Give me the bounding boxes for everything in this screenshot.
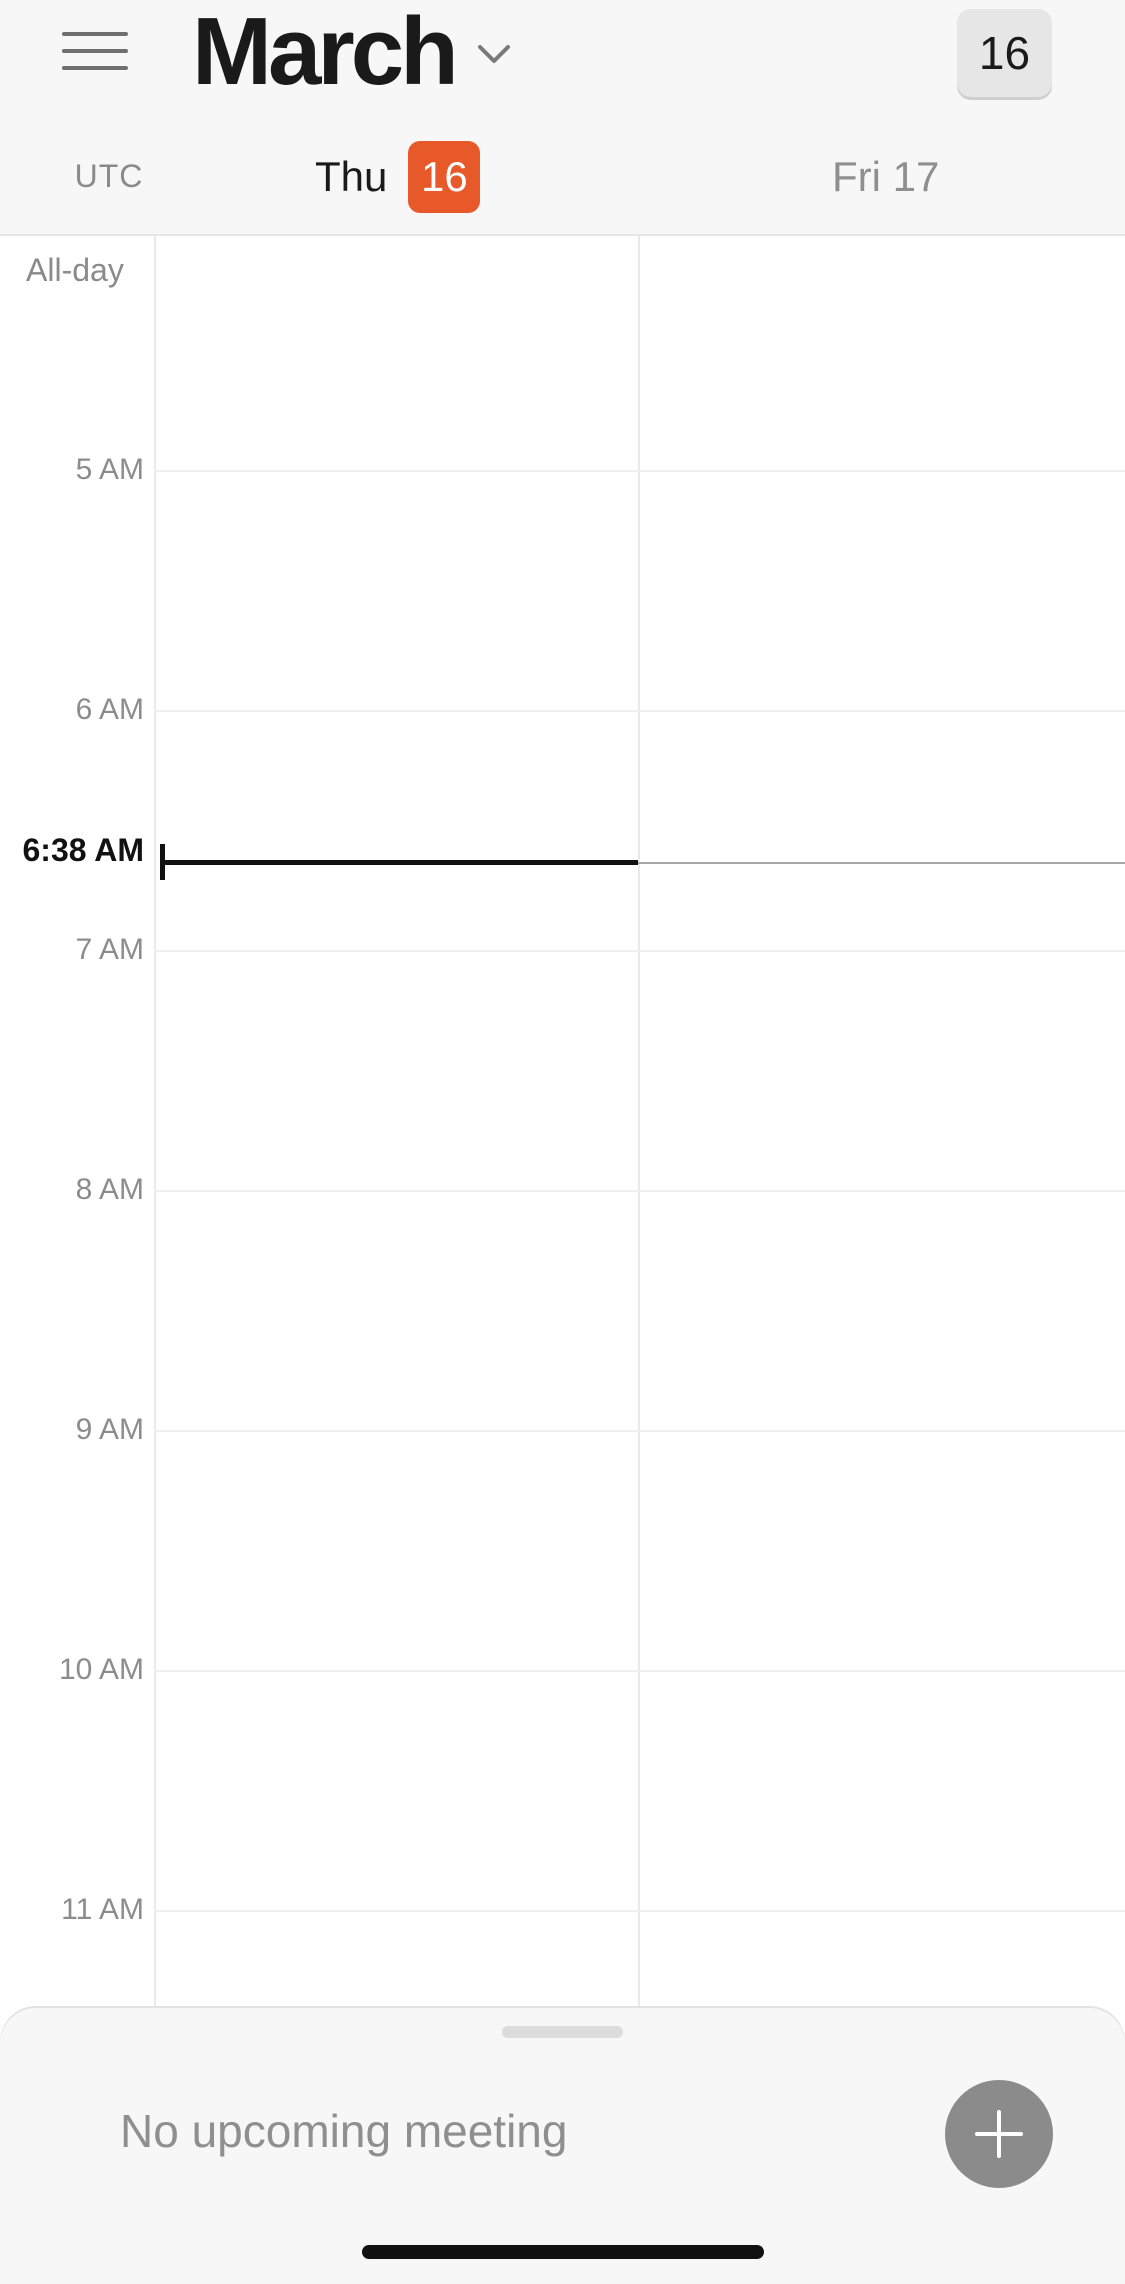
home-indicator[interactable] (362, 2245, 764, 2259)
column-divider (154, 304, 156, 2010)
hour-line (154, 710, 1125, 712)
month-title: March (192, 0, 459, 105)
no-upcoming-meeting-text: No upcoming meeting (120, 2105, 568, 2157)
column-divider (154, 236, 156, 304)
hour-label: 5 AM (75, 453, 144, 486)
hour-line (154, 1190, 1125, 1192)
today-button[interactable]: 16 (957, 9, 1052, 97)
month-picker[interactable]: March (192, 0, 511, 104)
chevron-down-icon (477, 45, 510, 63)
current-time-label: 6:38 AM (22, 832, 144, 868)
timezone-label: UTC (74, 158, 144, 194)
hour-label: 8 AM (75, 1173, 144, 1206)
hour-label: 9 AM (75, 1413, 144, 1446)
hour-label: 11 AM (61, 1893, 144, 1926)
hamburger-menu-icon[interactable] (60, 28, 130, 74)
current-time-line (160, 860, 638, 865)
hour-line (154, 1910, 1125, 1912)
time-grid[interactable]: 5 AM 6 AM 7 AM 8 AM 9 AM 10 AM 11 AM (0, 304, 1125, 2010)
column-divider (638, 304, 640, 2010)
upcoming-meeting-sheet[interactable]: No upcoming meeting (0, 2008, 1125, 2284)
current-time-line-next-day (638, 862, 1125, 864)
hour-label: 10 AM (58, 1653, 144, 1686)
calendar-header: March 16 UTC Thu 16 Fri 17 (0, 0, 1125, 234)
hour-line (154, 1430, 1125, 1432)
plus-icon (975, 2110, 1023, 2158)
menu-bar (62, 32, 128, 36)
hour-line (154, 470, 1125, 472)
hour-label: 7 AM (75, 933, 144, 966)
menu-bar (62, 66, 128, 70)
day-header-fri[interactable]: Fri 17 (832, 140, 939, 214)
hour-line (154, 950, 1125, 952)
hour-label: 6 AM (75, 693, 144, 726)
day-name: Thu (315, 153, 388, 200)
menu-bar (62, 49, 128, 53)
all-day-row[interactable]: All-day (0, 234, 1125, 306)
today-date-badge: 16 (408, 141, 481, 213)
hour-line (154, 1670, 1125, 1672)
sheet-grabber-handle[interactable] (502, 2026, 623, 2038)
all-day-label: All-day (26, 252, 124, 288)
add-event-button[interactable] (945, 2080, 1053, 2188)
column-divider (638, 236, 640, 304)
day-header-thu[interactable]: Thu 16 (315, 140, 481, 214)
